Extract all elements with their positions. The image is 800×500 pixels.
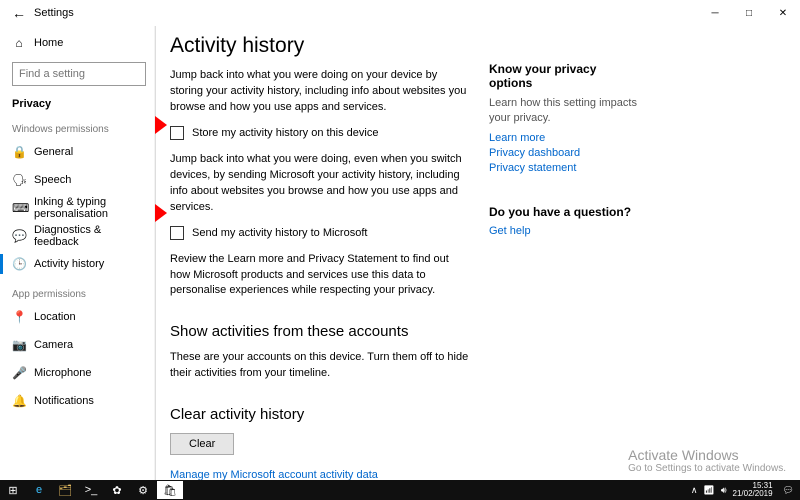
sidebar-item-label: Activity history [34, 258, 104, 270]
camera-icon: 📷 [12, 338, 26, 352]
clock-date: 21/02/2019 [733, 490, 773, 498]
bell-icon: 🔔 [12, 394, 26, 408]
action-center-icon[interactable]: 💬︎ [783, 485, 794, 496]
system-tray[interactable]: ∧ 📶︎ 🔊︎ 15:31 21/02/2019 💬︎ [685, 482, 800, 498]
taskbar-clock[interactable]: 15:31 21/02/2019 [733, 482, 777, 498]
sidebar-item-microphone[interactable]: 🎤 Microphone [12, 360, 146, 386]
help-heading-question: Do you have a question? [489, 205, 641, 219]
sidebar-category: Privacy [12, 92, 146, 112]
microphone-icon: 🎤 [12, 366, 26, 380]
search-input[interactable] [13, 68, 155, 80]
annotation-arrow-1 [155, 116, 167, 134]
desc-send: Jump back into what you were doing, even… [170, 152, 470, 216]
speech-icon: 🗣 [12, 173, 26, 187]
sidebar-item-label: Inking & typing personalisation [34, 196, 146, 220]
manage-account-link[interactable]: Manage my Microsoft account activity dat… [170, 469, 475, 480]
help-panel: Know your privacy options Learn how this… [475, 26, 655, 480]
sidebar-item-label: Microphone [34, 367, 91, 379]
heading-clear-history: Clear activity history [170, 406, 475, 423]
checkbox-store-activity[interactable]: Store my activity history on this device [170, 126, 475, 140]
sidebar-group-apps: App permissions [12, 279, 146, 302]
home-icon: ⌂ [12, 36, 26, 50]
sidebar-item-inking[interactable]: ⌨ Inking & typing personalisation [12, 195, 146, 221]
settings-search[interactable]: 🔍︎ [12, 62, 146, 86]
settings-sidebar: ⌂ Home 🔍︎ Privacy Windows permissions 🔒 … [0, 26, 155, 480]
keyboard-icon: ⌨ [12, 201, 26, 215]
sidebar-item-notifications[interactable]: 🔔 Notifications [12, 388, 146, 414]
sidebar-item-label: Camera [34, 339, 73, 351]
help-text-privacy: Learn how this setting impacts your priv… [489, 96, 641, 126]
checkbox-label: Store my activity history on this device [192, 127, 378, 139]
link-privacy-statement[interactable]: Privacy statement [489, 162, 641, 174]
taskbar-app-settings[interactable]: ⚙ [130, 480, 156, 500]
taskbar-app-edge[interactable]: e [26, 480, 52, 500]
start-button[interactable]: ⊞ [0, 480, 26, 500]
sidebar-item-camera[interactable]: 📷 Camera [12, 332, 146, 358]
taskbar[interactable]: ⊞ e 🗂︎ >_ ✿ ⚙ 🛍︎ ∧ 📶︎ 🔊︎ 15:31 21/02/201… [0, 480, 800, 500]
desc-accounts: These are your accounts on this device. … [170, 350, 470, 382]
checkbox-icon [170, 226, 184, 240]
taskbar-app-explorer[interactable]: 🗂︎ [52, 480, 78, 500]
sidebar-item-activity-history[interactable]: 🕒 Activity history [12, 251, 146, 277]
lock-icon: 🔒 [12, 145, 26, 159]
minimize-button[interactable]: ─ [698, 0, 732, 26]
link-privacy-dashboard[interactable]: Privacy dashboard [489, 147, 641, 159]
taskbar-app-terminal[interactable]: >_ [78, 480, 104, 500]
link-get-help[interactable]: Get help [489, 225, 641, 237]
desc-store: Jump back into what you were doing on yo… [170, 68, 470, 116]
desc-review: Review the Learn more and Privacy Statem… [170, 252, 470, 300]
taskbar-app-store[interactable]: 🛍︎ [157, 481, 183, 499]
page-heading: Activity history [170, 34, 475, 58]
window-title: Settings [28, 7, 698, 19]
sidebar-item-label: Notifications [34, 395, 94, 407]
taskbar-app-evernote[interactable]: ✿ [104, 480, 130, 500]
tray-chevron-icon[interactable]: ∧ [691, 485, 698, 496]
sidebar-item-location[interactable]: 📍 Location [12, 304, 146, 330]
link-learn-more[interactable]: Learn more [489, 132, 641, 144]
checkbox-icon [170, 126, 184, 140]
settings-content: Activity history Jump back into what you… [155, 26, 475, 480]
back-button[interactable]: ← [10, 5, 28, 21]
clear-button[interactable]: Clear [170, 433, 234, 455]
checkbox-send-activity[interactable]: Send my activity history to Microsoft [170, 226, 475, 240]
annotation-arrow-2 [155, 204, 167, 222]
sidebar-group-permissions: Windows permissions [12, 114, 146, 137]
sidebar-item-label: Location [34, 311, 76, 323]
tray-volume-icon[interactable]: 🔊︎ [721, 485, 727, 496]
checkbox-label: Send my activity history to Microsoft [192, 227, 367, 239]
tray-network-icon[interactable]: 📶︎ [703, 485, 714, 496]
history-icon: 🕒 [12, 257, 26, 271]
sidebar-item-label: Speech [34, 174, 71, 186]
sidebar-item-diagnostics[interactable]: 💬 Diagnostics & feedback [12, 223, 146, 249]
watermark-title: Activate Windows [628, 447, 786, 463]
sidebar-item-speech[interactable]: 🗣 Speech [12, 167, 146, 193]
sidebar-item-general[interactable]: 🔒 General [12, 139, 146, 165]
sidebar-item-label: Diagnostics & feedback [34, 224, 146, 248]
sidebar-home-label: Home [34, 37, 63, 49]
location-icon: 📍 [12, 310, 26, 324]
maximize-button[interactable]: □ [732, 0, 766, 26]
close-button[interactable]: ✕ [766, 0, 800, 26]
feedback-icon: 💬 [12, 229, 26, 243]
heading-show-activities: Show activities from these accounts [170, 323, 475, 340]
watermark-subtitle: Go to Settings to activate Windows. [628, 463, 786, 474]
sidebar-home[interactable]: ⌂ Home [12, 30, 146, 56]
help-heading-privacy: Know your privacy options [489, 62, 641, 90]
sidebar-item-label: General [34, 146, 73, 158]
activation-watermark: Activate Windows Go to Settings to activ… [628, 447, 786, 474]
